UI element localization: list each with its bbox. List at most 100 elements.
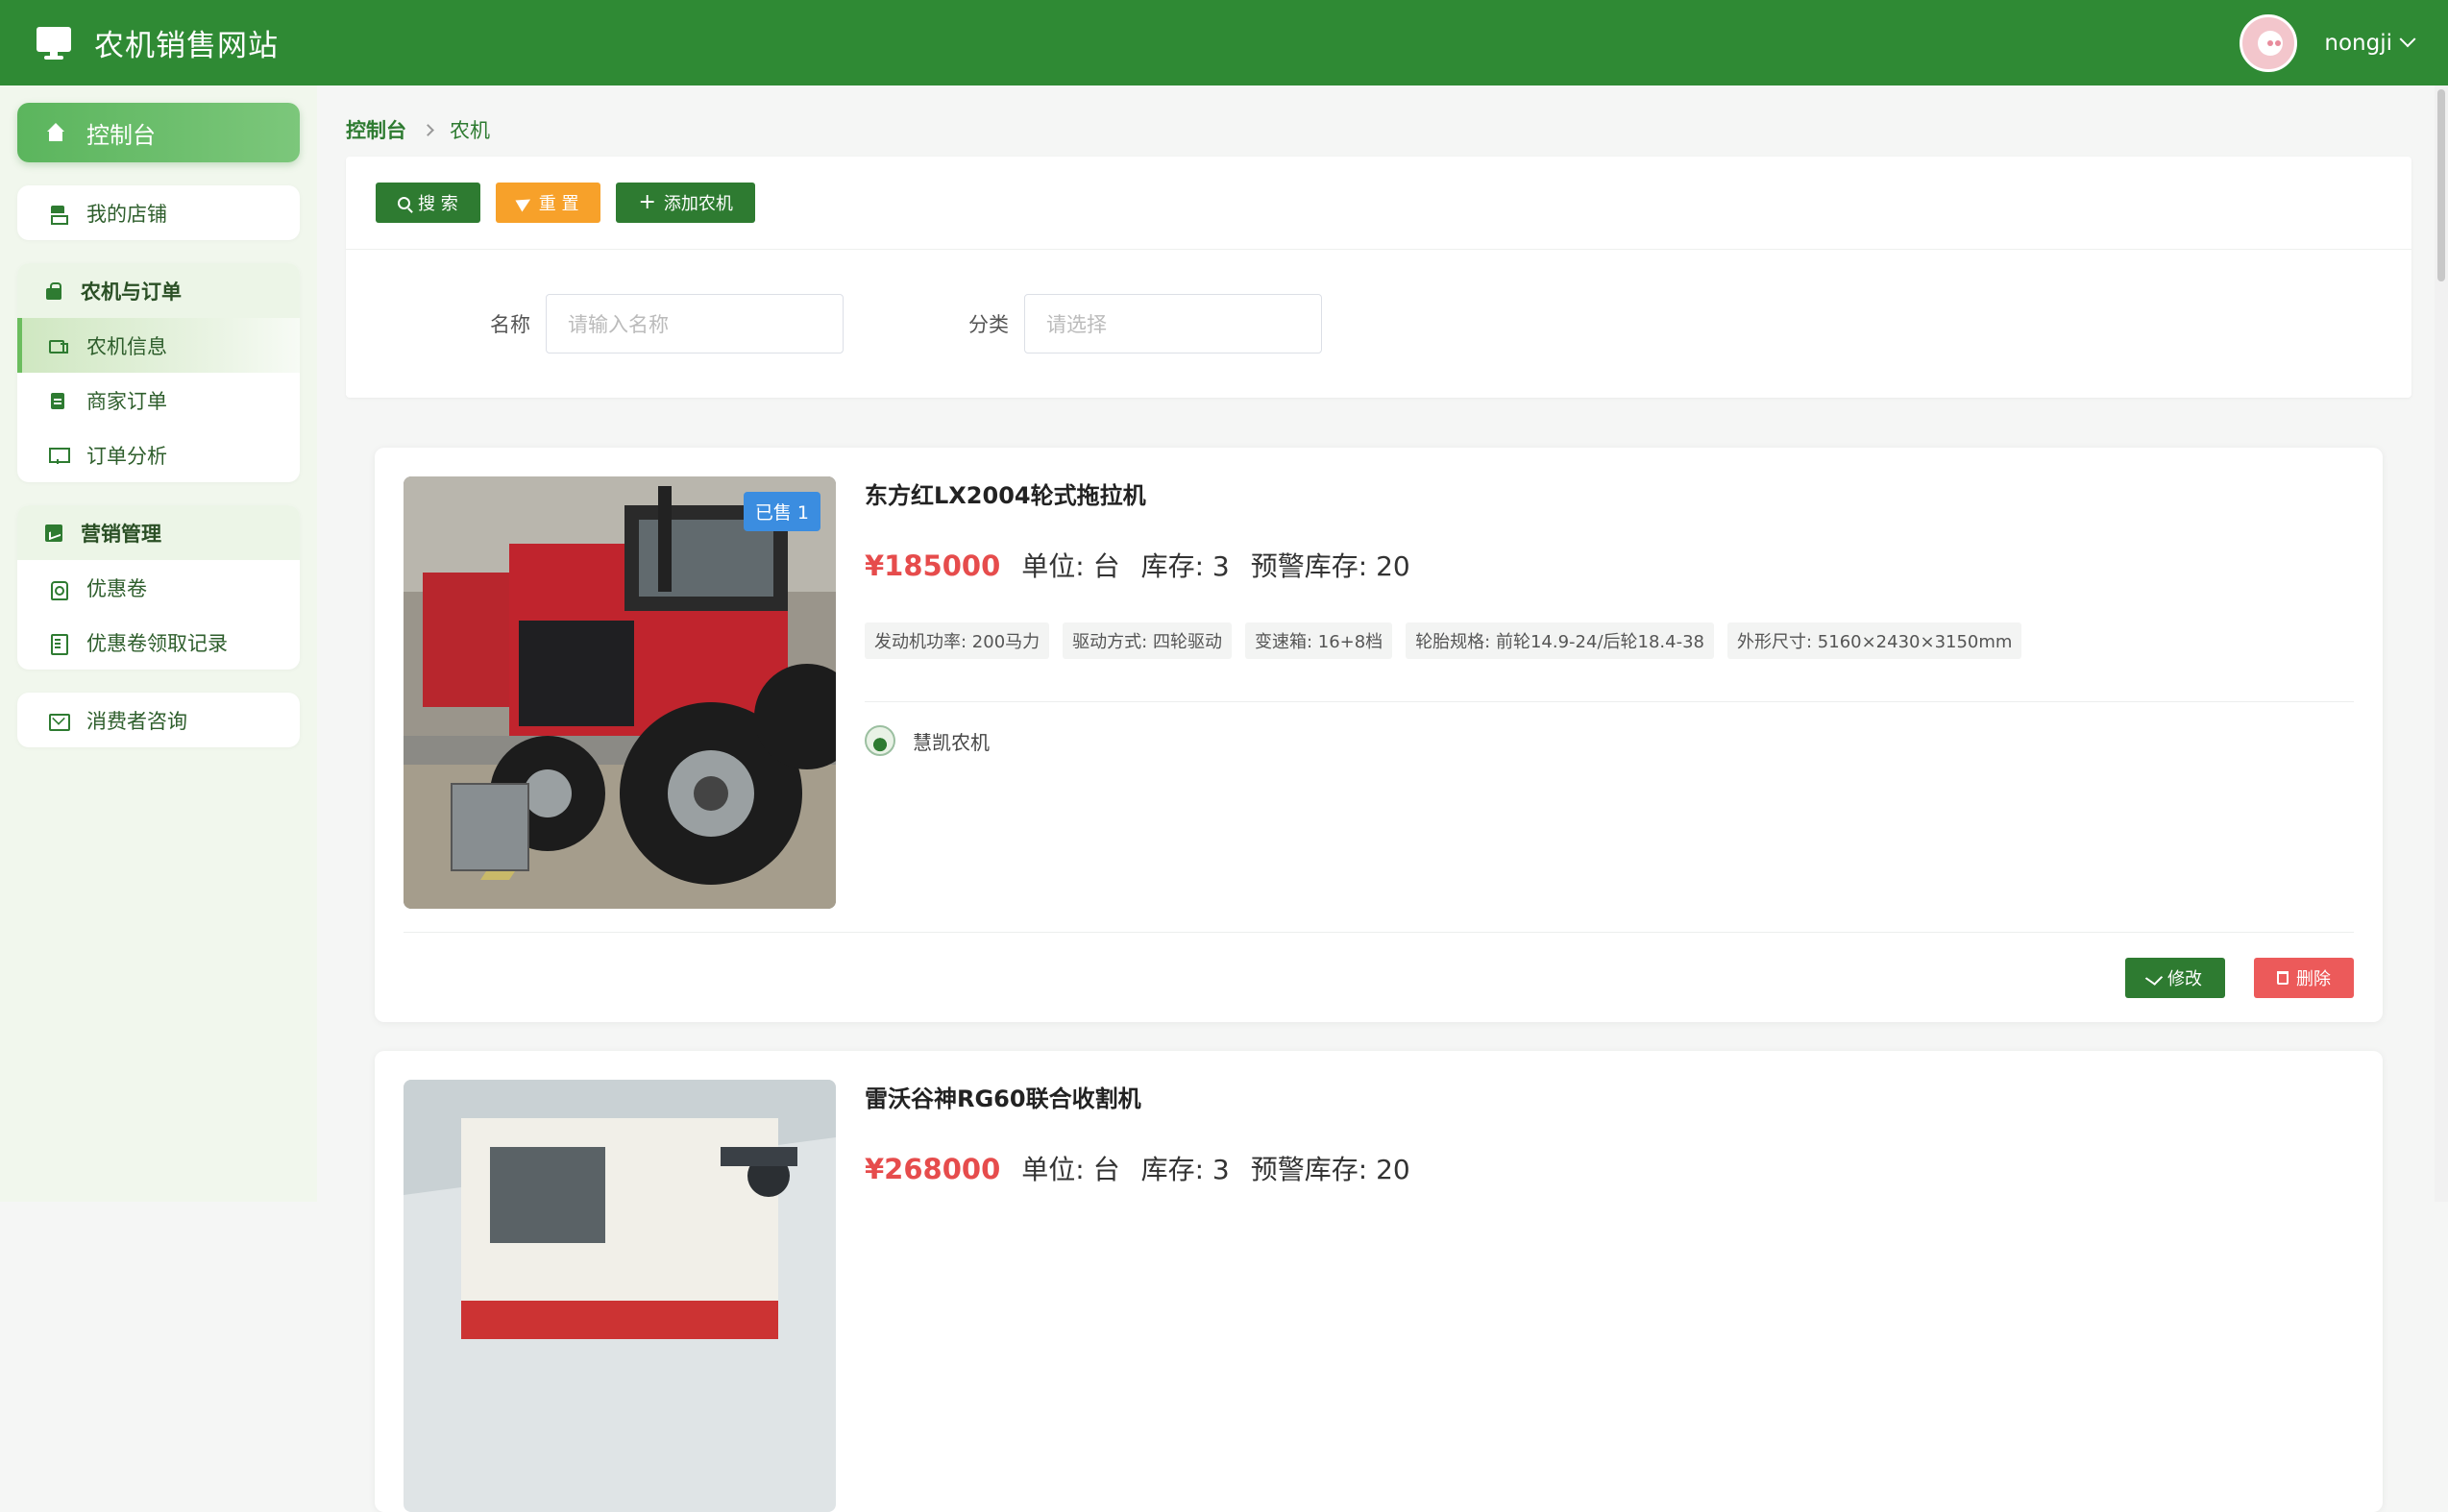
main-content: 控制台 农机 搜 索 重 置 + 添加农机 名称 请输入名称 分类 请选择 已售… (317, 85, 2431, 1512)
sidebar-item-label: 优惠卷领取记录 (86, 631, 228, 655)
breadcrumb-root[interactable]: 控制台 (346, 115, 406, 144)
divider (865, 701, 2354, 702)
sidebar: 控制台 我的店铺 农机与订单 农机信息 商家订单 订单分析 营销管理 优惠卷 优… (0, 85, 317, 1202)
button-label: 重 置 (538, 194, 579, 214)
shop-icon (48, 204, 68, 225)
sidebar-group-marketing: 营销管理 优惠卷 优惠卷领取记录 (17, 505, 300, 670)
seller-name: 慧凯农机 (913, 730, 990, 754)
toolbar: 搜 索 重 置 + 添加农机 (346, 157, 2411, 250)
sidebar-item-dashboard[interactable]: 控制台 (17, 103, 300, 162)
truck-icon (48, 336, 68, 355)
sidebar-item-machine-info[interactable]: 农机信息 (17, 318, 300, 373)
sidebar-item-consult[interactable]: 消费者咨询 (17, 693, 300, 747)
breadcrumb-current: 农机 (450, 119, 490, 142)
sold-badge: 已售 1 (743, 492, 820, 531)
sidebar-item-order-analysis[interactable]: 订单分析 (17, 427, 300, 482)
presentation-icon (48, 446, 70, 465)
avatar[interactable] (2240, 13, 2298, 72)
product-card: 已售 1 东方红LX2004轮式拖拉机 ¥185000 单位: 台 库存: 3 … (375, 448, 2383, 1022)
product-name: 雷沃谷神RG60联合收割机 (865, 1085, 1141, 1112)
home-icon (46, 123, 65, 142)
chevron-right-icon (422, 123, 434, 136)
seller: 慧凯农机 (865, 725, 2354, 756)
user-menu[interactable]: nongji (2240, 13, 2416, 72)
product-image (404, 1080, 836, 1512)
product-stock: 库存: 3 (1140, 1154, 1230, 1185)
username: nongji (2324, 30, 2392, 56)
product-price: ¥268000 (865, 1153, 1001, 1185)
product-unit: 单位: 台 (1021, 1154, 1120, 1185)
button-label: 搜 索 (418, 194, 458, 214)
search-panel: 搜 索 重 置 + 添加农机 名称 请输入名称 分类 请选择 (346, 157, 2411, 398)
sidebar-card-shop: 我的店铺 (17, 185, 300, 240)
sidebar-item-my-shop[interactable]: 我的店铺 (17, 185, 300, 240)
button-label: 修改 (2167, 968, 2202, 989)
top-header: 农机销售网站 nongji (0, 0, 2448, 85)
reset-button[interactable]: 重 置 (495, 183, 601, 223)
pencil-icon (2144, 969, 2164, 986)
sidebar-item-label: 优惠卷 (86, 576, 147, 600)
spec-tag: 驱动方式: 四轮驱动 (1063, 622, 1232, 659)
chart-icon (44, 524, 63, 543)
breadcrumb: 控制台 农机 (346, 112, 2392, 147)
sidebar-item-coupon-records[interactable]: 优惠卷领取记录 (17, 615, 300, 670)
sidebar-item-label: 控制台 (86, 121, 156, 149)
sidebar-group-machines-orders: 农机与订单 农机信息 商家订单 订单分析 (17, 263, 300, 482)
sidebar-card-consult: 消费者咨询 (17, 693, 300, 747)
product-info: 东方红LX2004轮式拖拉机 ¥185000 单位: 台 库存: 3 预警库存:… (865, 476, 2354, 909)
brand: 农机销售网站 (37, 21, 279, 64)
spec-tags: 发动机功率: 200马力 驱动方式: 四轮驱动 变速箱: 16+8档 轮胎规格:… (865, 622, 2354, 659)
product-price-line: ¥185000 单位: 台 库存: 3 预警库存: 20 (865, 546, 2354, 584)
spec-tag: 外形尺寸: 5160×2430×3150mm (1727, 622, 2022, 659)
product-price: ¥185000 (865, 549, 1001, 582)
sidebar-item-label: 我的店铺 (86, 202, 167, 226)
spec-tag: 轮胎规格: 前轮14.9-24/后轮18.4-38 (1406, 622, 1714, 659)
filters: 名称 请输入名称 分类 请选择 (346, 250, 2411, 397)
card-actions: 修改 删除 (404, 932, 2354, 1022)
sidebar-item-label: 消费者咨询 (86, 709, 187, 733)
product-name: 东方红LX2004轮式拖拉机 (865, 482, 1146, 509)
sidebar-item-label: 订单分析 (86, 444, 167, 468)
button-label: 删除 (2296, 968, 2331, 989)
search-icon (398, 196, 410, 209)
search-button[interactable]: 搜 索 (376, 183, 480, 223)
scrollbar-thumb[interactable] (2437, 89, 2445, 281)
clipboard-icon (48, 391, 67, 410)
sidebar-group-title[interactable]: 农机与订单 (17, 263, 300, 318)
group-title-label: 农机与订单 (81, 280, 182, 304)
add-machine-button[interactable]: + 添加农机 (616, 183, 755, 223)
harvester-photo (404, 1080, 836, 1512)
send-icon (515, 193, 534, 212)
edit-button[interactable]: 修改 (2125, 957, 2225, 998)
sidebar-group-title[interactable]: 营销管理 (17, 505, 300, 560)
monitor-icon (37, 26, 71, 60)
button-label: 添加农机 (663, 194, 733, 214)
sidebar-item-coupons[interactable]: 优惠卷 (17, 560, 300, 615)
mail-icon (48, 711, 70, 731)
page-scrollbar[interactable] (2435, 85, 2448, 1202)
user-dropdown[interactable]: nongji (2324, 30, 2416, 56)
product-warn-stock: 预警库存: 20 (1250, 1154, 1410, 1185)
sidebar-item-label: 商家订单 (86, 389, 167, 413)
bag-icon (44, 281, 63, 301)
sidebar-item-merchant-orders[interactable]: 商家订单 (17, 373, 300, 427)
name-input[interactable]: 请输入名称 (546, 293, 844, 354)
list-icon (48, 633, 68, 655)
product-card: 雷沃谷神RG60联合收割机 ¥268000 单位: 台 库存: 3 预警库存: … (375, 1051, 2383, 1512)
product-warn-stock: 预警库存: 20 (1250, 550, 1410, 582)
product-info: 雷沃谷神RG60联合收割机 ¥268000 单位: 台 库存: 3 预警库存: … (865, 1080, 2354, 1512)
delete-button[interactable]: 删除 (2254, 957, 2354, 998)
spec-tag: 发动机功率: 200马力 (865, 622, 1050, 659)
category-select[interactable]: 请选择 (1024, 293, 1322, 354)
coupon-icon (48, 578, 68, 600)
plus-icon: + (638, 190, 656, 214)
product-image: 已售 1 (404, 476, 836, 909)
name-label: 名称 (490, 312, 530, 336)
product-list: 已售 1 东方红LX2004轮式拖拉机 ¥185000 单位: 台 库存: 3 … (375, 448, 2383, 1512)
chevron-down-icon (2399, 30, 2416, 47)
product-stock: 库存: 3 (1140, 550, 1230, 582)
product-price-line: ¥268000 单位: 台 库存: 3 预警库存: 20 (865, 1149, 2354, 1187)
category-label: 分类 (968, 312, 1009, 336)
product-unit: 单位: 台 (1021, 550, 1120, 582)
tractor-photo (404, 476, 836, 909)
